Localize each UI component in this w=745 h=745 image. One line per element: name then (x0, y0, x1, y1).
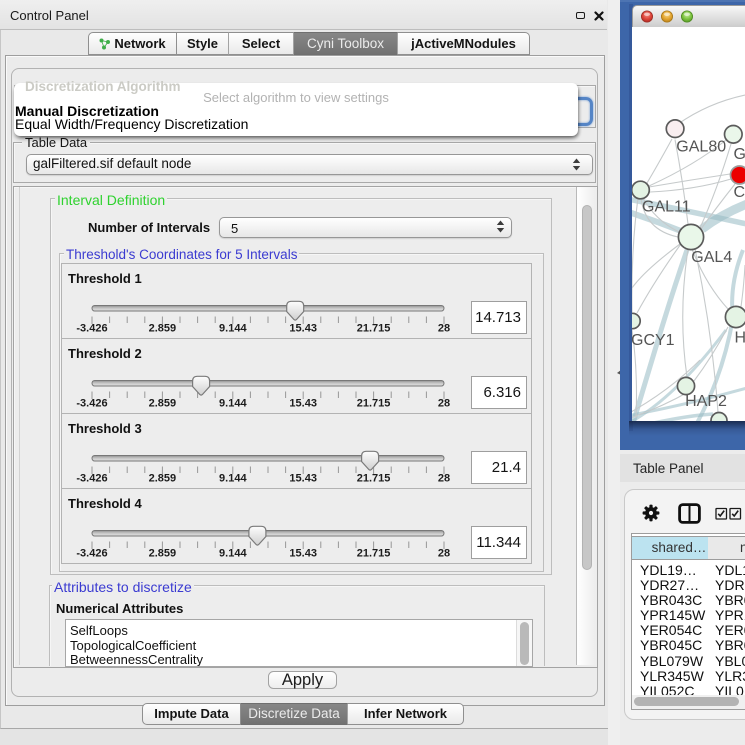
svg-text:21.715: 21.715 (357, 398, 391, 410)
svg-text:-3.426: -3.426 (76, 398, 107, 410)
svg-text:GCY1: GCY1 (632, 332, 675, 349)
svg-text:28: 28 (438, 323, 450, 335)
svg-text:GAL4: GAL4 (691, 249, 732, 266)
svg-text:21.715: 21.715 (357, 323, 391, 335)
svg-text:GAL80: GAL80 (676, 138, 726, 155)
svg-text:9.144: 9.144 (219, 548, 247, 560)
svg-text:HAP2: HAP2 (685, 393, 727, 410)
svg-text:28: 28 (438, 473, 450, 485)
svg-text:15.43: 15.43 (289, 548, 317, 560)
svg-text:-3.426: -3.426 (76, 473, 107, 485)
svg-text:9.144: 9.144 (219, 323, 247, 335)
svg-text:-3.426: -3.426 (76, 323, 107, 335)
svg-text:2.859: 2.859 (149, 473, 177, 485)
svg-text:2.859: 2.859 (149, 548, 177, 560)
svg-text:9.144: 9.144 (219, 398, 247, 410)
svg-text:28: 28 (438, 548, 450, 560)
svg-text:-3.426: -3.426 (76, 548, 107, 560)
svg-text:21.715: 21.715 (357, 473, 391, 485)
svg-text:15.43: 15.43 (289, 398, 317, 410)
svg-text:2.859: 2.859 (149, 398, 177, 410)
svg-text:9.144: 9.144 (219, 473, 247, 485)
svg-text:H: H (735, 330, 745, 347)
svg-text:2.859: 2.859 (149, 323, 177, 335)
svg-text:15.43: 15.43 (289, 473, 317, 485)
svg-text:GAL11: GAL11 (642, 198, 691, 215)
svg-text:21.715: 21.715 (357, 548, 391, 560)
svg-text:GA: GA (734, 146, 745, 163)
svg-text:15.43: 15.43 (289, 323, 317, 335)
svg-text:C: C (734, 184, 745, 201)
svg-text:28: 28 (438, 398, 450, 410)
